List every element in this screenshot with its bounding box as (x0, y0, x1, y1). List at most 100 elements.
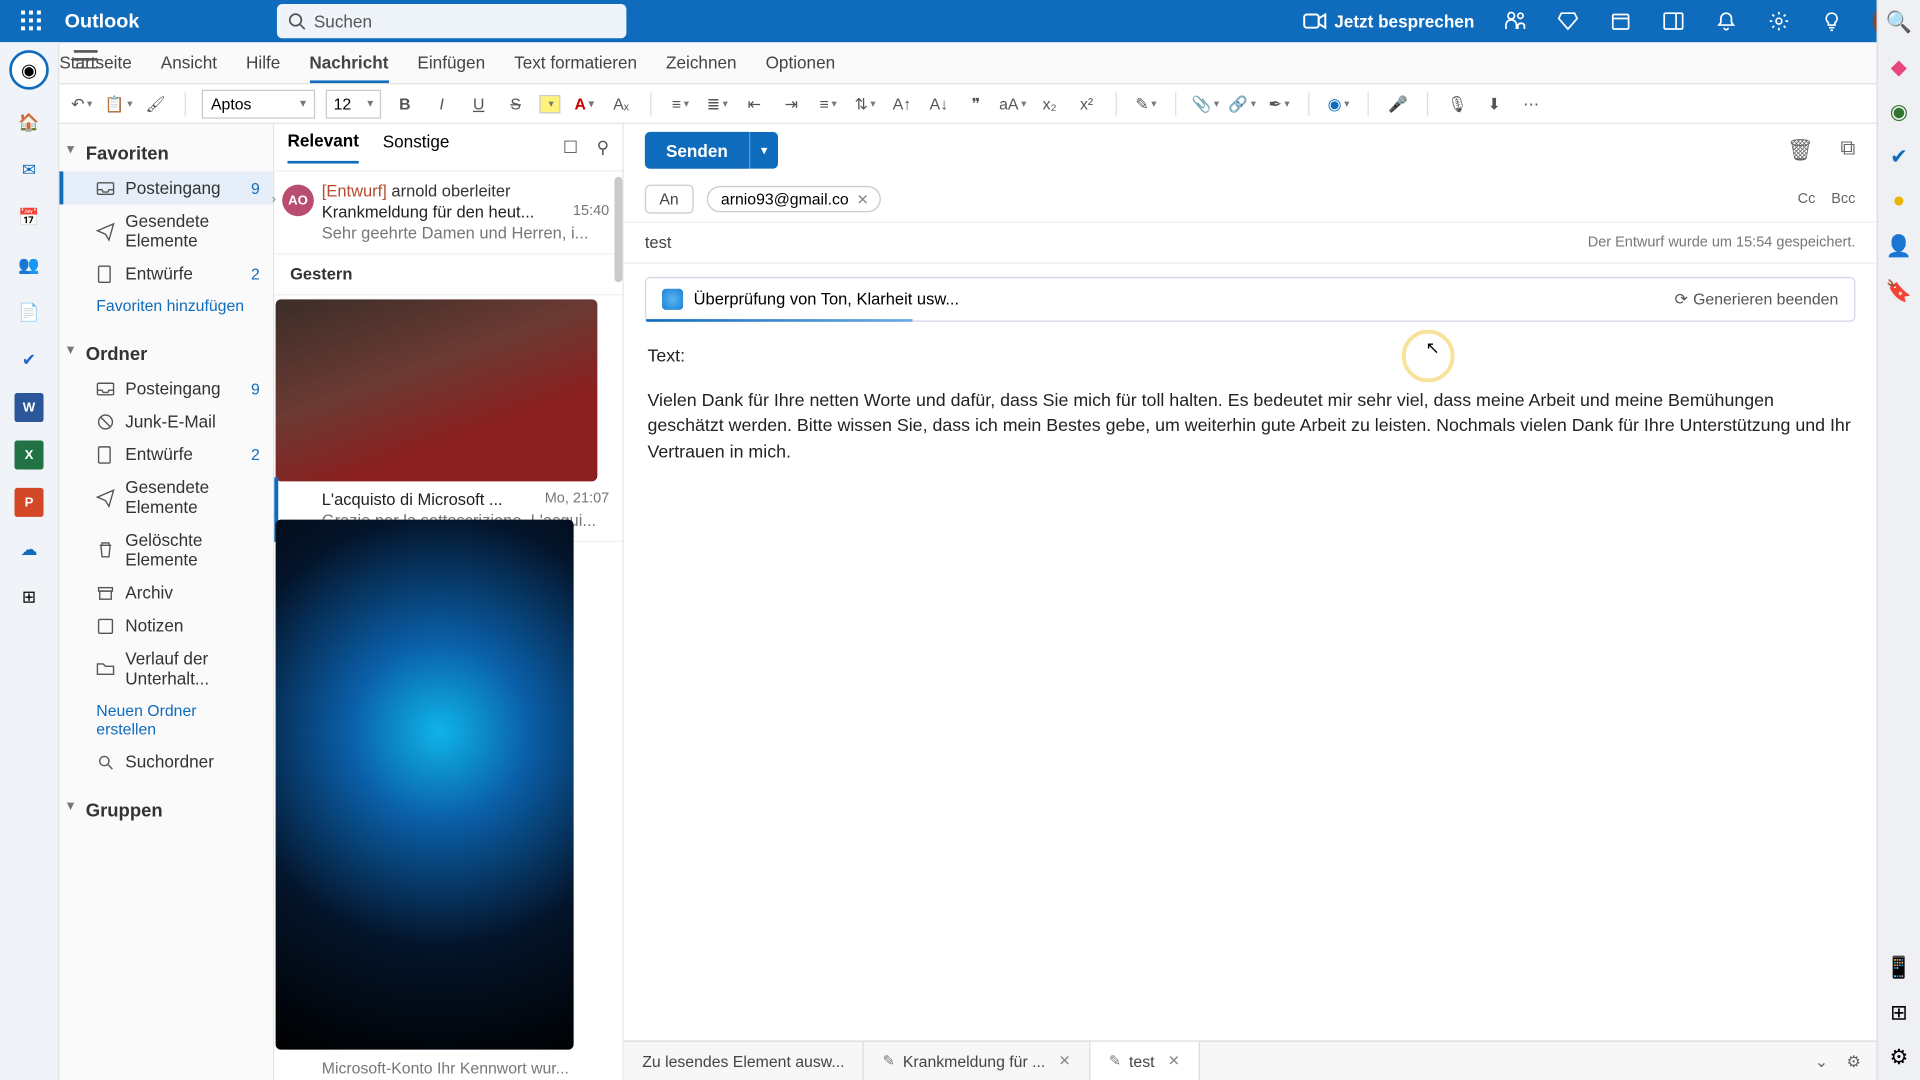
nav-inbox[interactable]: Posteingang9 (59, 171, 273, 204)
shrink-font-button[interactable]: A↓ (926, 90, 952, 116)
expand-side-icon[interactable]: ⊞ (1887, 1001, 1911, 1025)
spacing-button[interactable]: ⇅ (852, 90, 878, 116)
teams-icon[interactable] (1503, 9, 1527, 33)
format-painter-button[interactable]: 🖌 (142, 90, 168, 116)
subject-input[interactable]: test (645, 233, 672, 251)
nav-history[interactable]: Verlauf der Unterhalt... (59, 642, 273, 695)
tab-insert[interactable]: Einfügen (417, 53, 485, 73)
send-button[interactable]: Senden (645, 132, 749, 169)
paste-button[interactable]: 📋 (105, 90, 131, 116)
phone-rail-icon[interactable]: 📱 (1887, 956, 1911, 980)
subscript-button[interactable]: x₂ (1036, 90, 1062, 116)
tab-view[interactable]: Ansicht (161, 53, 217, 73)
send-split-button[interactable]: Senden ▾ (645, 132, 778, 169)
calendar-day-icon[interactable] (1609, 9, 1633, 33)
nav-archive[interactable]: Archiv (59, 576, 273, 609)
popout-icon[interactable]: ⧉ (1840, 137, 1855, 163)
thread-chevron-icon[interactable]: › (272, 193, 276, 208)
copilot-side-icon[interactable]: ◆ (1887, 55, 1911, 79)
close-tab-icon[interactable]: ✕ (1168, 1052, 1180, 1069)
bold-button[interactable]: B (392, 90, 418, 116)
bullets-button[interactable]: ≡ (667, 90, 693, 116)
nav-deleted[interactable]: Gelöschte Elemente (59, 524, 273, 577)
lightbulb-icon[interactable] (1820, 9, 1844, 33)
delete-draft-icon[interactable]: 🗑 (1787, 137, 1814, 163)
font-size-select[interactable]: 12▾ (326, 89, 381, 118)
focused-tab[interactable]: Relevant (287, 131, 358, 164)
recipient-chip[interactable]: arnio93@gmail.co ✕ (706, 186, 880, 212)
search-rail-icon[interactable]: 🔍 (1887, 11, 1911, 35)
meet-now-button[interactable]: Jetzt besprechen (1303, 9, 1475, 33)
signature-button[interactable]: ✒ (1266, 90, 1292, 116)
nav-sent-2[interactable]: Gesendete Elemente (59, 471, 273, 524)
quote-button[interactable]: ❞ (963, 90, 989, 116)
diamond-icon[interactable] (1556, 9, 1580, 33)
contacts-rail-icon[interactable]: 👤 (1887, 235, 1911, 259)
highlight-button[interactable] (539, 94, 560, 112)
nav-drafts[interactable]: Entwürfe2 (59, 257, 273, 290)
tasks-rail-icon[interactable]: ✔ (1887, 145, 1911, 169)
nav-drafts-2[interactable]: Entwürfe2 (59, 438, 273, 471)
scrollbar-thumb[interactable] (615, 177, 623, 282)
filter-icon[interactable]: ⚲ (597, 136, 610, 157)
more-button[interactable]: ⋯ (1518, 90, 1544, 116)
bcc-button[interactable]: Bcc (1831, 191, 1855, 207)
mail-rail-icon[interactable]: ✉ (15, 156, 44, 185)
hamburger-icon[interactable] (74, 50, 98, 68)
subject-row[interactable]: test Der Entwurf wurde um 15:54 gespeich… (624, 223, 1877, 264)
excel-rail-icon[interactable]: X (15, 440, 44, 469)
notes-rail-icon[interactable]: ● (1887, 190, 1911, 214)
home-rail-icon[interactable]: 🏠 (15, 108, 44, 137)
nav-sent[interactable]: Gesendete Elemente (59, 204, 273, 257)
align-button[interactable]: ≡ (815, 90, 841, 116)
collapse-tabs-icon[interactable]: ⌄ (1815, 1052, 1828, 1070)
strike-button[interactable]: S (502, 90, 528, 116)
tab-draw[interactable]: Zeichnen (666, 53, 737, 73)
app-launcher-icon[interactable] (0, 11, 62, 32)
stop-generating-button[interactable]: ⟳ Generieren beenden (1675, 290, 1839, 308)
ppt-rail-icon[interactable]: P (15, 488, 44, 517)
font-color-button[interactable]: A (571, 90, 597, 116)
download-button[interactable]: ⬇ (1481, 90, 1507, 116)
reading-tab-3[interactable]: ✎test✕ (1090, 1042, 1199, 1080)
files-rail-icon[interactable]: 📄 (15, 298, 44, 327)
to-button[interactable]: An (645, 185, 693, 214)
tab-format[interactable]: Text formatieren (514, 53, 637, 73)
outdent-button[interactable]: ⇤ (741, 90, 767, 116)
close-tab-icon[interactable]: ✕ (1059, 1052, 1071, 1069)
dictate-button[interactable]: 🎙 (1444, 90, 1470, 116)
italic-button[interactable]: I (429, 90, 455, 116)
groups-section[interactable]: Gruppen (59, 791, 273, 828)
select-all-icon[interactable]: ☐ (563, 136, 578, 157)
clear-format-button[interactable]: Aₓ (608, 90, 634, 116)
copilot-rail-icon[interactable]: ◉ (9, 50, 49, 90)
grow-font-button[interactable]: A↑ (889, 90, 915, 116)
gear-icon[interactable] (1767, 9, 1791, 33)
favorites-section[interactable]: Favoriten (59, 135, 273, 172)
bookmarks-rail-icon[interactable]: 🔖 (1887, 280, 1911, 304)
nav-notes[interactable]: Notizen (59, 609, 273, 642)
panel-icon[interactable] (1662, 9, 1686, 33)
undo-button[interactable]: ↶ (69, 90, 95, 116)
link-button[interactable]: 🔗 (1229, 90, 1255, 116)
remove-recipient-icon[interactable]: ✕ (857, 191, 869, 208)
case-button[interactable]: aA (1000, 90, 1026, 116)
styles-button[interactable]: ✎ (1133, 90, 1159, 116)
message-item[interactable]: › AO [Entwurf] arnold oberleiter Krankme… (274, 171, 622, 254)
settings-side-icon[interactable]: ⚙ (1887, 1046, 1911, 1070)
font-select[interactable]: Aptos▾ (202, 89, 315, 118)
other-tab[interactable]: Sonstige (383, 132, 450, 162)
tab-options[interactable]: Optionen (766, 53, 836, 73)
tab-message[interactable]: Nachricht (309, 53, 388, 83)
onedrive-rail-icon[interactable]: ☁ (15, 535, 44, 564)
compose-body[interactable]: Text: Vielen Dank für Ihre netten Worte … (624, 327, 1877, 480)
reading-tab-2[interactable]: ✎Krankmeldung für ...✕ (864, 1042, 1090, 1080)
new-folder-link[interactable]: Neuen Ordner erstellen (59, 695, 273, 745)
indent-button[interactable]: ⇥ (778, 90, 804, 116)
tabs-settings-icon[interactable]: ⚙ (1846, 1052, 1860, 1070)
calendar-rail-icon[interactable]: 📅 (15, 203, 44, 232)
more-apps-rail-icon[interactable]: ⊞ (15, 583, 44, 612)
nav-search-folders[interactable]: Suchordner (59, 745, 273, 778)
add-favorite-link[interactable]: Favoriten hinzufügen (59, 290, 273, 322)
search-input[interactable]: Suchen (277, 4, 626, 38)
